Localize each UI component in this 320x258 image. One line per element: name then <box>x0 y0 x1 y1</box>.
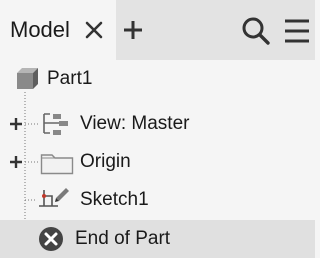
close-icon[interactable] <box>84 20 104 40</box>
tab-model[interactable]: Model <box>0 0 116 60</box>
tree-item-end-of-part[interactable]: End of Part <box>0 220 315 258</box>
plus-icon[interactable] <box>122 19 144 41</box>
tree-item-label: Part1 <box>47 68 93 89</box>
part-cube-icon <box>17 68 38 89</box>
expand-plus-icon[interactable] <box>9 155 23 169</box>
model-browser-tree: Part1 View: Master Origin Sketch1 End of… <box>0 60 315 258</box>
browser-header: Model <box>0 0 315 60</box>
hamburger-menu-icon[interactable] <box>283 18 311 44</box>
expand-plus-icon[interactable] <box>9 117 23 131</box>
tree-item-view-master[interactable]: View: Master <box>0 105 315 143</box>
tree-item-sketch1[interactable]: Sketch1 <box>0 181 315 219</box>
tree-item-origin[interactable]: Origin <box>0 143 315 181</box>
tree-item-label: End of Part <box>75 228 171 249</box>
folder-icon <box>40 154 74 175</box>
tab-model-label: Model <box>10 17 70 42</box>
tree-item-label: Sketch1 <box>80 189 149 210</box>
tree-item-label: Origin <box>80 151 131 172</box>
end-of-part-icon <box>39 227 63 251</box>
tree-item-part1[interactable]: Part1 <box>0 60 315 98</box>
tree-item-label: View: Master <box>80 113 190 134</box>
sketch-icon <box>39 188 69 207</box>
search-icon[interactable] <box>240 15 272 47</box>
view-rep-icon <box>43 113 68 135</box>
